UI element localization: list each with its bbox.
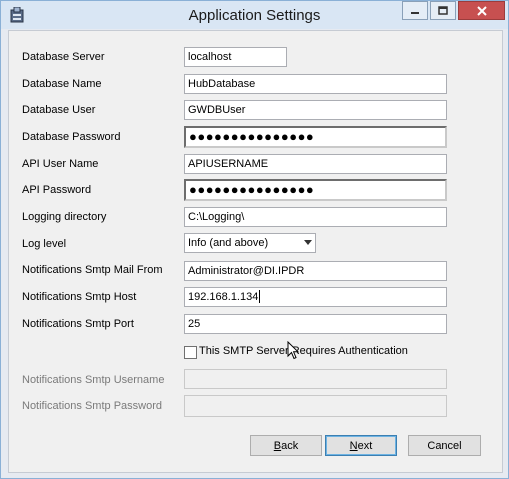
title-bar[interactable]: Application Settings	[1, 1, 508, 29]
chevron-down-icon[interactable]	[304, 240, 312, 245]
smtp-mail-from-input[interactable]: Administrator@DI.IPDR	[184, 261, 447, 281]
log-level-label: Log level	[22, 238, 67, 250]
smtp-mail-from-label: Notifications Smtp Mail From	[22, 264, 163, 276]
database-password-input[interactable]: ●●●●●●●●●●●●●●●	[184, 126, 447, 148]
back-label: ack	[281, 440, 299, 452]
close-button[interactable]	[458, 1, 505, 20]
next-label: ext	[357, 440, 373, 452]
next-button[interactable]: Next	[325, 435, 397, 456]
database-user-input[interactable]: GWDBUser	[184, 100, 447, 120]
api-user-name-input[interactable]: APIUSERNAME	[184, 154, 447, 174]
cancel-button[interactable]: Cancel	[408, 435, 481, 456]
smtp-port-label: Notifications Smtp Port	[22, 318, 134, 330]
minimize-button[interactable]	[402, 1, 428, 20]
api-password-label: API Password	[22, 184, 92, 196]
maximize-button[interactable]	[430, 1, 456, 20]
text-caret	[259, 290, 260, 303]
settings-panel: Database Server localhost Database Name …	[8, 30, 503, 473]
database-name-input[interactable]: HubDatabase	[184, 74, 447, 94]
next-mnemonic: N	[349, 440, 358, 452]
back-button[interactable]: Back	[250, 435, 322, 456]
database-server-input[interactable]: localhost	[184, 47, 287, 67]
close-icon	[476, 5, 487, 16]
minimize-icon	[411, 11, 419, 14]
smtp-port-input[interactable]: 25	[184, 314, 447, 334]
api-password-input[interactable]: ●●●●●●●●●●●●●●●	[184, 179, 447, 201]
smtp-auth-checkbox[interactable]	[184, 346, 197, 359]
smtp-username-label: Notifications Smtp Username	[22, 374, 165, 386]
database-name-label: Database Name	[22, 78, 102, 90]
smtp-password-input	[184, 395, 447, 417]
mouse-cursor-icon	[287, 341, 299, 360]
maximize-icon	[438, 5, 448, 15]
smtp-username-input	[184, 369, 447, 389]
database-password-label: Database Password	[22, 131, 121, 143]
log-level-select[interactable]: Info (and above)	[184, 233, 316, 253]
smtp-host-input[interactable]: 192.168.1.134	[184, 287, 447, 307]
database-server-label: Database Server	[22, 51, 105, 63]
logging-directory-input[interactable]: C:\Logging\	[184, 207, 447, 227]
smtp-host-label: Notifications Smtp Host	[22, 291, 137, 303]
database-user-label: Database User	[22, 104, 96, 116]
smtp-auth-checkbox-label[interactable]: This SMTP Server Requires Authentication	[199, 345, 408, 357]
back-mnemonic: B	[273, 440, 282, 452]
logging-directory-label: Logging directory	[22, 211, 107, 223]
application-settings-window: Application Settings Database Server loc…	[0, 0, 509, 479]
log-level-value: Info (and above)	[188, 237, 269, 249]
api-user-name-label: API User Name	[22, 158, 99, 170]
smtp-password-label: Notifications Smtp Password	[22, 400, 162, 412]
